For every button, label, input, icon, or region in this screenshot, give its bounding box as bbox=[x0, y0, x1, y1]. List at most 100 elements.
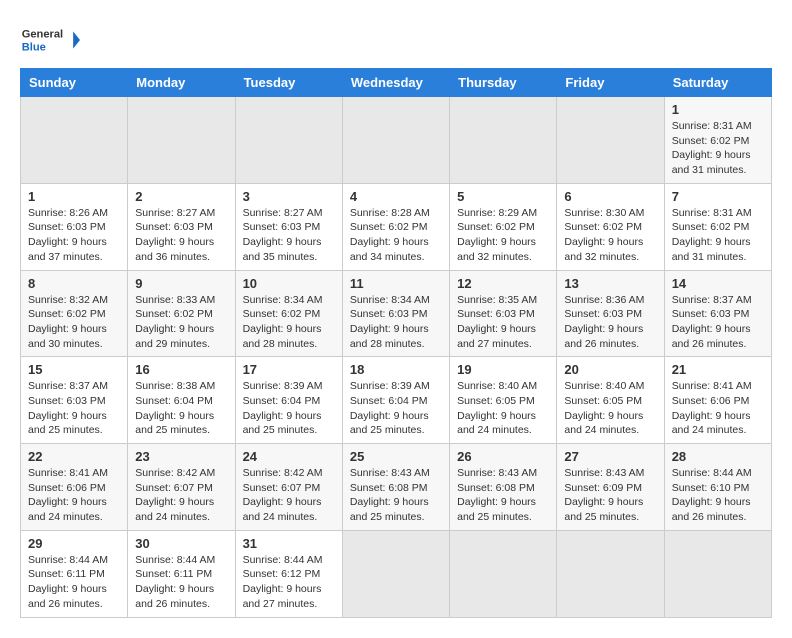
calendar-cell: 27 Sunrise: 8:43 AMSunset: 6:09 PMDaylig… bbox=[557, 444, 664, 531]
calendar-cell: 12 Sunrise: 8:35 AMSunset: 6:03 PMDaylig… bbox=[450, 270, 557, 357]
week-row-4: 15 Sunrise: 8:37 AMSunset: 6:03 PMDaylig… bbox=[21, 357, 772, 444]
cell-content: Sunrise: 8:44 AMSunset: 6:11 PMDaylight:… bbox=[135, 553, 227, 612]
cell-content: Sunrise: 8:31 AMSunset: 6:02 PMDaylight:… bbox=[672, 119, 764, 178]
day-number: 19 bbox=[457, 362, 549, 377]
calendar-cell bbox=[557, 97, 664, 184]
cell-content: Sunrise: 8:27 AMSunset: 6:03 PMDaylight:… bbox=[243, 206, 335, 265]
cell-content: Sunrise: 8:42 AMSunset: 6:07 PMDaylight:… bbox=[135, 466, 227, 525]
day-number: 5 bbox=[457, 189, 549, 204]
day-number: 29 bbox=[28, 536, 120, 551]
calendar-cell: 25 Sunrise: 8:43 AMSunset: 6:08 PMDaylig… bbox=[342, 444, 449, 531]
day-number: 20 bbox=[564, 362, 656, 377]
calendar-cell: 28 Sunrise: 8:44 AMSunset: 6:10 PMDaylig… bbox=[664, 444, 771, 531]
calendar-cell: 17 Sunrise: 8:39 AMSunset: 6:04 PMDaylig… bbox=[235, 357, 342, 444]
cell-content: Sunrise: 8:27 AMSunset: 6:03 PMDaylight:… bbox=[135, 206, 227, 265]
day-number: 25 bbox=[350, 449, 442, 464]
calendar-cell: 10 Sunrise: 8:34 AMSunset: 6:02 PMDaylig… bbox=[235, 270, 342, 357]
cell-content: Sunrise: 8:41 AMSunset: 6:06 PMDaylight:… bbox=[672, 379, 764, 438]
header-day-wednesday: Wednesday bbox=[342, 69, 449, 97]
header-day-monday: Monday bbox=[128, 69, 235, 97]
calendar-cell bbox=[128, 97, 235, 184]
calendar-cell: 22 Sunrise: 8:41 AMSunset: 6:06 PMDaylig… bbox=[21, 444, 128, 531]
calendar-cell: 4 Sunrise: 8:28 AMSunset: 6:02 PMDayligh… bbox=[342, 183, 449, 270]
cell-content: Sunrise: 8:43 AMSunset: 6:08 PMDaylight:… bbox=[350, 466, 442, 525]
svg-text:General: General bbox=[22, 28, 63, 40]
week-row-5: 22 Sunrise: 8:41 AMSunset: 6:06 PMDaylig… bbox=[21, 444, 772, 531]
logo-svg: General Blue bbox=[20, 20, 80, 60]
day-number: 9 bbox=[135, 276, 227, 291]
calendar-cell: 21 Sunrise: 8:41 AMSunset: 6:06 PMDaylig… bbox=[664, 357, 771, 444]
day-number: 22 bbox=[28, 449, 120, 464]
day-number: 6 bbox=[564, 189, 656, 204]
calendar-cell bbox=[664, 530, 771, 617]
day-number: 2 bbox=[135, 189, 227, 204]
calendar-cell: 29 Sunrise: 8:44 AMSunset: 6:11 PMDaylig… bbox=[21, 530, 128, 617]
week-row-2: 1 Sunrise: 8:26 AMSunset: 6:03 PMDayligh… bbox=[21, 183, 772, 270]
calendar-cell: 3 Sunrise: 8:27 AMSunset: 6:03 PMDayligh… bbox=[235, 183, 342, 270]
cell-content: Sunrise: 8:40 AMSunset: 6:05 PMDaylight:… bbox=[564, 379, 656, 438]
day-number: 1 bbox=[28, 189, 120, 204]
cell-content: Sunrise: 8:32 AMSunset: 6:02 PMDaylight:… bbox=[28, 293, 120, 352]
cell-content: Sunrise: 8:44 AMSunset: 6:12 PMDaylight:… bbox=[243, 553, 335, 612]
calendar-cell: 2 Sunrise: 8:27 AMSunset: 6:03 PMDayligh… bbox=[128, 183, 235, 270]
cell-content: Sunrise: 8:28 AMSunset: 6:02 PMDaylight:… bbox=[350, 206, 442, 265]
calendar-cell: 1 Sunrise: 8:31 AMSunset: 6:02 PMDayligh… bbox=[664, 97, 771, 184]
logo: General Blue bbox=[20, 20, 80, 60]
calendar-cell: 1 Sunrise: 8:26 AMSunset: 6:03 PMDayligh… bbox=[21, 183, 128, 270]
cell-content: Sunrise: 8:40 AMSunset: 6:05 PMDaylight:… bbox=[457, 379, 549, 438]
calendar-cell bbox=[21, 97, 128, 184]
cell-content: Sunrise: 8:26 AMSunset: 6:03 PMDaylight:… bbox=[28, 206, 120, 265]
day-number: 12 bbox=[457, 276, 549, 291]
calendar-cell: 11 Sunrise: 8:34 AMSunset: 6:03 PMDaylig… bbox=[342, 270, 449, 357]
day-number: 8 bbox=[28, 276, 120, 291]
day-number: 31 bbox=[243, 536, 335, 551]
calendar-cell: 15 Sunrise: 8:37 AMSunset: 6:03 PMDaylig… bbox=[21, 357, 128, 444]
cell-content: Sunrise: 8:42 AMSunset: 6:07 PMDaylight:… bbox=[243, 466, 335, 525]
day-number: 30 bbox=[135, 536, 227, 551]
day-number: 27 bbox=[564, 449, 656, 464]
svg-text:Blue: Blue bbox=[22, 41, 46, 53]
day-number: 4 bbox=[350, 189, 442, 204]
header-day-tuesday: Tuesday bbox=[235, 69, 342, 97]
day-number: 10 bbox=[243, 276, 335, 291]
calendar-cell bbox=[342, 97, 449, 184]
calendar-cell bbox=[557, 530, 664, 617]
header-day-friday: Friday bbox=[557, 69, 664, 97]
cell-content: Sunrise: 8:41 AMSunset: 6:06 PMDaylight:… bbox=[28, 466, 120, 525]
calendar-cell: 30 Sunrise: 8:44 AMSunset: 6:11 PMDaylig… bbox=[128, 530, 235, 617]
calendar-body: 1 Sunrise: 8:31 AMSunset: 6:02 PMDayligh… bbox=[21, 97, 772, 618]
cell-content: Sunrise: 8:38 AMSunset: 6:04 PMDaylight:… bbox=[135, 379, 227, 438]
day-number: 14 bbox=[672, 276, 764, 291]
week-row-6: 29 Sunrise: 8:44 AMSunset: 6:11 PMDaylig… bbox=[21, 530, 772, 617]
day-number: 3 bbox=[243, 189, 335, 204]
calendar-cell: 26 Sunrise: 8:43 AMSunset: 6:08 PMDaylig… bbox=[450, 444, 557, 531]
day-number: 24 bbox=[243, 449, 335, 464]
calendar-cell: 6 Sunrise: 8:30 AMSunset: 6:02 PMDayligh… bbox=[557, 183, 664, 270]
day-number: 7 bbox=[672, 189, 764, 204]
calendar-cell bbox=[450, 97, 557, 184]
cell-content: Sunrise: 8:34 AMSunset: 6:02 PMDaylight:… bbox=[243, 293, 335, 352]
cell-content: Sunrise: 8:33 AMSunset: 6:02 PMDaylight:… bbox=[135, 293, 227, 352]
cell-content: Sunrise: 8:35 AMSunset: 6:03 PMDaylight:… bbox=[457, 293, 549, 352]
calendar-cell: 13 Sunrise: 8:36 AMSunset: 6:03 PMDaylig… bbox=[557, 270, 664, 357]
calendar-cell: 31 Sunrise: 8:44 AMSunset: 6:12 PMDaylig… bbox=[235, 530, 342, 617]
cell-content: Sunrise: 8:39 AMSunset: 6:04 PMDaylight:… bbox=[350, 379, 442, 438]
cell-content: Sunrise: 8:37 AMSunset: 6:03 PMDaylight:… bbox=[672, 293, 764, 352]
page-header: General Blue bbox=[20, 20, 772, 60]
week-row-3: 8 Sunrise: 8:32 AMSunset: 6:02 PMDayligh… bbox=[21, 270, 772, 357]
cell-content: Sunrise: 8:31 AMSunset: 6:02 PMDaylight:… bbox=[672, 206, 764, 265]
calendar-table: SundayMondayTuesdayWednesdayThursdayFrid… bbox=[20, 68, 772, 618]
calendar-cell: 8 Sunrise: 8:32 AMSunset: 6:02 PMDayligh… bbox=[21, 270, 128, 357]
cell-content: Sunrise: 8:29 AMSunset: 6:02 PMDaylight:… bbox=[457, 206, 549, 265]
cell-content: Sunrise: 8:30 AMSunset: 6:02 PMDaylight:… bbox=[564, 206, 656, 265]
header-day-thursday: Thursday bbox=[450, 69, 557, 97]
day-number: 11 bbox=[350, 276, 442, 291]
day-number: 16 bbox=[135, 362, 227, 377]
calendar-cell: 19 Sunrise: 8:40 AMSunset: 6:05 PMDaylig… bbox=[450, 357, 557, 444]
calendar-cell: 20 Sunrise: 8:40 AMSunset: 6:05 PMDaylig… bbox=[557, 357, 664, 444]
cell-content: Sunrise: 8:44 AMSunset: 6:11 PMDaylight:… bbox=[28, 553, 120, 612]
cell-content: Sunrise: 8:44 AMSunset: 6:10 PMDaylight:… bbox=[672, 466, 764, 525]
day-number: 17 bbox=[243, 362, 335, 377]
calendar-cell: 24 Sunrise: 8:42 AMSunset: 6:07 PMDaylig… bbox=[235, 444, 342, 531]
day-number: 28 bbox=[672, 449, 764, 464]
